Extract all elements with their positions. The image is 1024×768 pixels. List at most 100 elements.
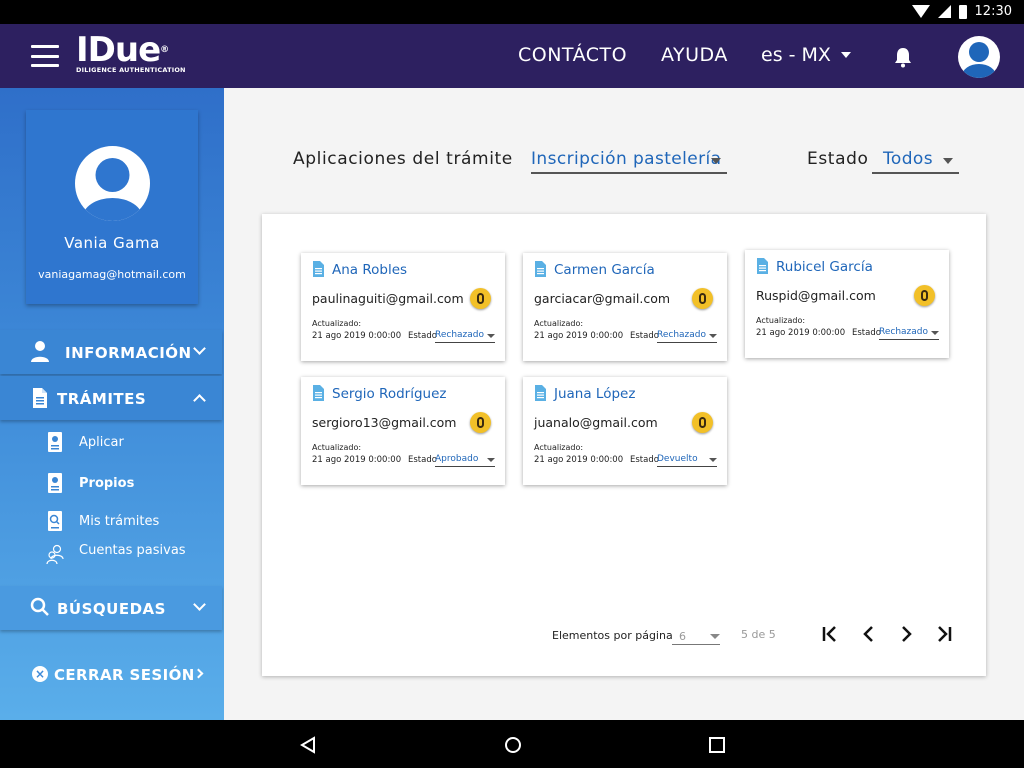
per-page-value: 6	[679, 630, 686, 643]
system-navigation-bar	[0, 720, 1024, 768]
search-document-icon	[48, 511, 62, 531]
applicant-name[interactable]: Juana López	[554, 386, 635, 402]
first-page-icon[interactable]	[818, 622, 842, 646]
back-icon[interactable]	[299, 736, 317, 754]
sidebar-item-label: Propios	[79, 475, 135, 491]
updated-label: Actualizado:	[534, 443, 584, 452]
next-page-icon[interactable]	[894, 622, 918, 646]
status-dropdown[interactable]: Devuelto	[657, 453, 717, 467]
help-link[interactable]: AYUDA	[661, 44, 728, 66]
sidebar-item-my-procedures[interactable]: Mis trámites	[46, 510, 159, 532]
per-page-select[interactable]: 6	[672, 627, 720, 645]
sidebar-section-search[interactable]: BÚSQUEDAS	[0, 586, 222, 630]
status-value: Rechazado	[879, 327, 929, 337]
registered-mark: ®	[160, 45, 169, 55]
updated-label: Actualizado:	[756, 316, 806, 325]
document-icon	[535, 261, 546, 277]
fingerprint-icon[interactable]	[692, 288, 713, 309]
chevron-down-icon	[487, 334, 495, 338]
application-card[interactable]: Rubicel García Ruspid@gmail.com Actualizad…	[745, 250, 949, 358]
fingerprint-icon[interactable]	[470, 288, 491, 309]
applicant-name[interactable]: Ana Robles	[332, 262, 407, 278]
brand-tagline: DILIGENCE AUTHENTICATION	[76, 66, 186, 74]
applicant-email: garciacar@gmail.com	[534, 291, 671, 306]
fingerprint-icon[interactable]	[692, 412, 713, 433]
main-content: Aplicaciones del trámite Inscripción pas…	[224, 88, 1024, 720]
contact-link[interactable]: CONTÁCTO	[518, 44, 627, 66]
home-icon[interactable]	[504, 736, 522, 754]
language-selector[interactable]: es - MX	[761, 44, 851, 66]
status-label: Estado	[408, 331, 437, 341]
user-avatar[interactable]	[958, 36, 1000, 78]
procedure-dropdown-value: Inscripción pastelería	[531, 149, 722, 169]
status-value: Rechazado	[435, 330, 485, 340]
status-dropdown[interactable]: Aprobado	[435, 453, 495, 467]
document-icon	[313, 385, 324, 401]
chevron-up-icon	[193, 394, 206, 407]
user-icon	[962, 42, 996, 78]
close-circle-icon: ×	[32, 666, 48, 682]
application-card[interactable]: Sergio Rodríguez sergioro13@gmail.com Actu…	[301, 377, 505, 485]
procedure-dropdown[interactable]: Inscripción pastelería	[531, 146, 727, 174]
status-label: Estado	[630, 331, 659, 341]
sidebar-item-apply[interactable]: Aplicar	[46, 431, 124, 453]
sidebar-section-label: BÚSQUEDAS	[57, 600, 166, 618]
status-dropdown[interactable]: Rechazado	[657, 329, 717, 343]
previous-page-icon[interactable]	[857, 622, 881, 646]
application-card[interactable]: Carmen García garciacar@gmail.com Actualiz…	[523, 253, 727, 361]
status-label: Estado	[630, 455, 659, 465]
menu-icon[interactable]	[31, 45, 59, 67]
chevron-down-icon	[840, 52, 851, 58]
brand-logo: IDue® DILIGENCE AUTHENTICATION	[76, 32, 186, 74]
profile-name: Vania Gama	[64, 234, 160, 252]
form-icon	[48, 432, 62, 452]
recent-apps-icon[interactable]	[708, 736, 726, 754]
logout-button[interactable]: × CERRAR SESIÓN	[0, 652, 222, 696]
signal-icon	[937, 5, 951, 18]
status-dropdown[interactable]: Rechazado	[879, 326, 939, 340]
applicant-name[interactable]: Carmen García	[554, 262, 655, 278]
applicant-email: juanalo@gmail.com	[534, 415, 658, 430]
last-page-icon[interactable]	[932, 622, 956, 646]
updated-label: Actualizado:	[312, 443, 362, 452]
battery-icon	[958, 4, 967, 19]
fingerprint-icon[interactable]	[470, 412, 491, 433]
logout-label: CERRAR SESIÓN	[54, 666, 195, 684]
application-card[interactable]: Juana López juanalo@gmail.com Actualizado:…	[523, 377, 727, 485]
sidebar-item-label: Cuentas pasivas	[79, 542, 186, 558]
sidebar-item-own[interactable]: Propios	[46, 472, 134, 494]
brand-name: IDue	[76, 30, 161, 70]
sidebar-section-procedures[interactable]: TRÁMITES	[0, 376, 222, 420]
state-dropdown-value: Todos	[883, 149, 933, 169]
fingerprint-icon[interactable]	[914, 285, 935, 306]
applicant-name[interactable]: Rubicel García	[776, 259, 873, 275]
document-icon	[535, 385, 546, 401]
language-value: es - MX	[761, 44, 831, 66]
chevron-down-icon	[193, 598, 206, 611]
profile-avatar	[75, 146, 150, 221]
application-card[interactable]: Ana Robles paulinaguiti@gmail.com Actualiz…	[301, 253, 505, 361]
chevron-down-icon	[487, 458, 495, 462]
applicant-email: sergioro13@gmail.com	[312, 415, 457, 430]
applicant-name[interactable]: Sergio Rodríguez	[332, 386, 446, 402]
system-status-bar: 12:30	[0, 0, 1024, 24]
status-dropdown[interactable]: Rechazado	[435, 329, 495, 343]
updated-label: Actualizado:	[312, 319, 362, 328]
page-count: 5 de 5	[741, 628, 776, 641]
sidebar-item-label: Aplicar	[79, 434, 124, 450]
user-icon	[82, 158, 143, 221]
state-filter-label: Estado	[807, 149, 869, 169]
chevron-down-icon	[710, 634, 720, 639]
sidebar-item-passive-accounts[interactable]: Cuentas pasivas	[46, 543, 186, 565]
state-dropdown[interactable]: Todos	[872, 146, 959, 174]
updated-date: 21 ago 2019 0:00:00	[756, 328, 846, 338]
chevron-right-icon	[193, 668, 204, 679]
profile-card: Vania Gama vaniagamag@hotmail.com	[26, 110, 198, 304]
wifi-icon	[911, 5, 930, 18]
chevron-down-icon	[711, 158, 721, 164]
updated-label: Actualizado:	[534, 319, 584, 328]
sidebar-section-label: TRÁMITES	[57, 390, 147, 408]
bell-icon[interactable]	[893, 46, 913, 68]
person-icon	[31, 341, 49, 362]
sidebar-section-info[interactable]: INFORMACIÓN	[0, 330, 222, 374]
